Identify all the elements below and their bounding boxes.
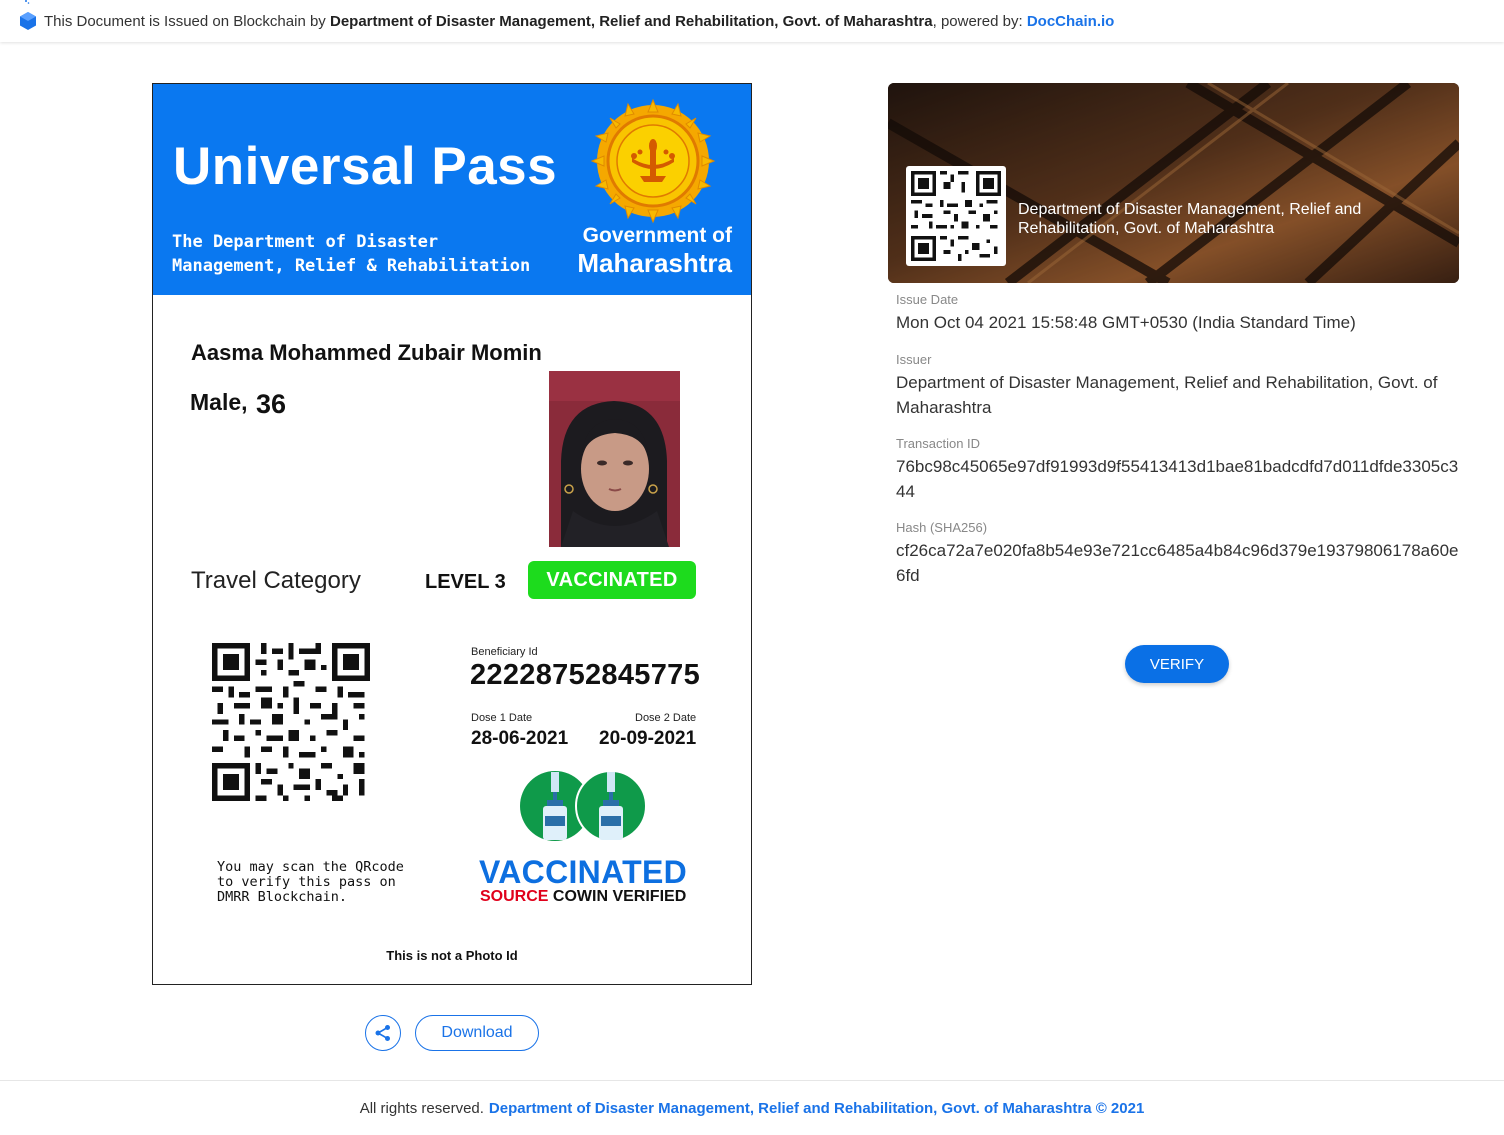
footer-prefix: All rights reserved. [359, 1099, 484, 1117]
certificate-header: Universal Pass The Department of Disaste… [153, 84, 751, 295]
source-word: SOURCE [480, 888, 549, 905]
holder-photo [549, 371, 680, 547]
vaccinated-heading: VACCINATED [479, 854, 688, 890]
sparkle-icon [25, 0, 30, 4]
holder-name: Aasma Mohammed Zubair Momin [191, 340, 542, 365]
banner-issuer: Department of Disaster Management, Relie… [329, 12, 933, 30]
issuer-card: Department of Disaster Management, Relie… [888, 83, 1459, 283]
department-line-2: Management, Relief & Rehabilitation [172, 256, 531, 276]
issue-date-value: Mon Oct 04 2021 15:58:48 GMT+0530 (India… [896, 313, 1356, 332]
dose-2-date: 20-09-2021 [599, 728, 697, 749]
issuer-card-text: Department of Disaster Management, Relie… [1018, 201, 1362, 237]
universal-pass-certificate: Universal Pass The Department of Disaste… [152, 83, 752, 985]
docchain-link[interactable]: DocChain.io [1027, 13, 1115, 30]
footer-issuer-link[interactable]: Department of Disaster Management, Relie… [489, 1100, 1144, 1117]
holder-age: 36 [256, 389, 287, 419]
source-cowin: COWIN VERIFIED [552, 888, 687, 905]
vaccine-vials-icon [520, 770, 647, 842]
issuer-section: Issuer Department of Disaster Management… [896, 352, 1461, 420]
verify-button[interactable]: VERIFY [1125, 645, 1229, 683]
blockchain-banner: This Document is Issued on Blockchain by… [0, 0, 1504, 42]
government-line-2: Maharashtra [577, 248, 732, 278]
dose-1-date: 28-06-2021 [471, 728, 569, 749]
travel-category-label: Travel Category [191, 567, 361, 594]
transaction-id-value: 76bc98c45065e97df91993d9f55413413d1bae81… [896, 457, 1459, 501]
issuer-qr-icon [911, 171, 1001, 261]
download-button[interactable]: Download [415, 1015, 539, 1051]
transaction-id-section: Transaction ID 76bc98c45065e97df91993d9f… [896, 436, 1461, 504]
blockchain-hex-icon [20, 12, 36, 30]
issue-date-section: Issue Date Mon Oct 04 2021 15:58:48 GMT+… [896, 292, 1461, 336]
department-line-1: The Department of Disaster [172, 232, 439, 252]
beneficiary-id-label: Beneficiary Id [471, 646, 538, 658]
source-line: SOURCE COWIN VERIFIED [480, 888, 686, 906]
vaccination-status-badge: VACCINATED [528, 561, 696, 599]
transaction-id-label: Transaction ID [896, 436, 981, 451]
dose-1-label: Dose 1 Date [471, 712, 533, 724]
travel-level: LEVEL 3 [425, 571, 506, 593]
beneficiary-id: 22228752845775 [470, 659, 700, 691]
maharashtra-seal-icon [590, 98, 716, 224]
verification-qr-code[interactable] [212, 643, 370, 801]
issuer-label: Issuer [896, 352, 932, 367]
government-line-1: Government of [582, 224, 732, 247]
banner-powered-by: , powered by: [932, 12, 1023, 30]
scan-instructions: You may scan the QRcode to verify this p… [217, 859, 404, 905]
share-button[interactable] [365, 1015, 401, 1051]
dose-2-label: Dose 2 Date [635, 712, 697, 724]
certificate-title: Universal Pass [173, 137, 558, 196]
share-icon [375, 1025, 390, 1041]
department-name: The Department of Disaster Management, R… [172, 230, 530, 278]
footer: All rights reserved. Department of Disas… [0, 1080, 1504, 1135]
issue-date-label: Issue Date [896, 292, 959, 307]
issuer-value: Department of Disaster Management, Relie… [896, 373, 1438, 417]
issuer-qr-code[interactable] [906, 166, 1006, 266]
hash-value: cf26ca72a7e020fa8b54e93e721cc6485a4b84c9… [896, 541, 1459, 585]
not-photo-id-notice: This is not a Photo Id [386, 948, 518, 963]
hash-section: Hash (SHA256) cf26ca72a7e020fa8b54e93e72… [896, 520, 1461, 588]
holder-gender: Male, [190, 389, 248, 415]
banner-prefix: This Document is Issued on Blockchain by [44, 12, 326, 30]
hash-label: Hash (SHA256) [896, 520, 988, 535]
